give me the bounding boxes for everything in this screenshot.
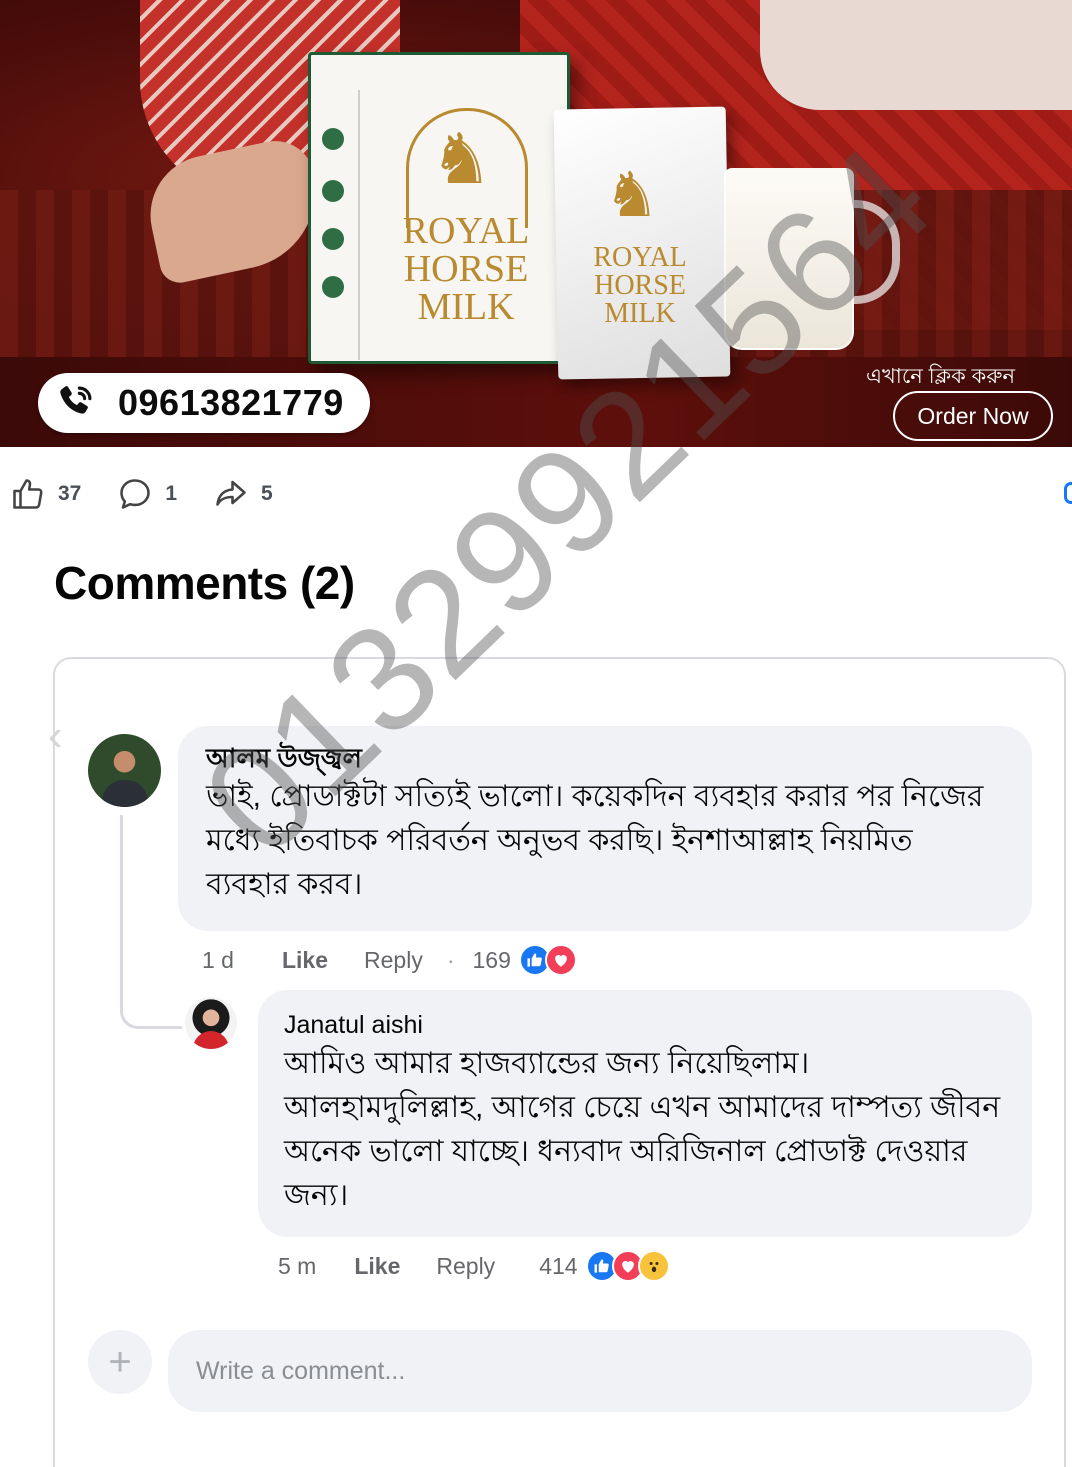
pouch-brand: ROYAL HORSE MILK: [578, 244, 702, 328]
phone-icon: [60, 386, 92, 414]
order-now-button[interactable]: Order Now: [893, 391, 1053, 441]
brand-line-1: ROYAL: [593, 242, 687, 273]
comment-actions: 1 d Like Reply · 169: [202, 944, 577, 976]
comment-actions: 5 m Like Reply 414: [278, 1250, 670, 1282]
box-feature-icon: [322, 228, 344, 250]
brand-line-2: HORSE: [594, 270, 686, 301]
edge-indicator: [1064, 482, 1072, 504]
comment-input[interactable]: [196, 1356, 1032, 1386]
comment-author[interactable]: আলম উজ্জ্বল: [206, 744, 1004, 773]
like-stat[interactable]: 37: [10, 476, 81, 512]
avatar[interactable]: [185, 997, 237, 1049]
share-icon: [216, 480, 246, 506]
reply-button[interactable]: Reply: [436, 1253, 495, 1280]
like-count: 37: [58, 482, 82, 505]
box-feature-icon: [322, 128, 344, 150]
comment-time[interactable]: 1 d: [202, 947, 234, 974]
comment-bubble: আলম উজ্জ্বল ভাই, প্রোডাক্টটা সত্যিই ভালো…: [178, 726, 1032, 931]
comment-text: আমিও আমার হাজব্যান্ডের জন্য নিয়েছিলাম। …: [284, 1046, 1001, 1212]
comments-title: Comments (2): [54, 557, 355, 609]
post-stats: 37 1 5: [10, 474, 309, 514]
phone-number: 09613821779: [118, 382, 344, 423]
comment-time[interactable]: 5 m: [278, 1253, 316, 1280]
brand-line-1: ROYAL: [402, 210, 530, 252]
milk-mug: [724, 168, 854, 350]
wow-reaction-icon: [637, 1250, 670, 1282]
reply-bubble: Janatul aishi আমিও আমার হাজব্যান্ডের জন্…: [258, 990, 1032, 1237]
back-chevron-icon[interactable]: ‹: [48, 714, 63, 758]
like-button[interactable]: Like: [354, 1253, 400, 1280]
box-brand: ROYAL HORSE MILK: [396, 212, 536, 326]
comment-icon: [120, 479, 151, 509]
love-reaction-icon: [544, 944, 577, 976]
thumbs-up-icon: [13, 479, 43, 509]
box-feature-icon: [322, 180, 344, 202]
brand-line-3: MILK: [604, 298, 676, 329]
horse-logo-icon: ♞: [430, 120, 493, 198]
like-button[interactable]: Like: [282, 947, 328, 974]
reply-thread-line: [120, 815, 182, 1029]
brand-line-3: MILK: [417, 286, 515, 328]
cta-text: এখানে ক্লিক করুন: [866, 365, 1015, 388]
comment-author[interactable]: Janatul aishi: [284, 1011, 1006, 1040]
banner-bedsheet: [760, 0, 1072, 110]
comment-text: ভাই, প্রোডাক্টটা সত্যিই ভালো। কয়েকদিন ব…: [206, 779, 984, 901]
brand-line-2: HORSE: [403, 248, 529, 290]
plus-icon[interactable]: +: [88, 1330, 152, 1394]
horse-logo-icon: ♞: [604, 161, 660, 230]
comment-count: 1: [165, 482, 178, 505]
separator-dot: ·: [446, 946, 455, 973]
comment-composer: [168, 1330, 1032, 1412]
reaction-count[interactable]: 414: [539, 1253, 577, 1280]
reply-button[interactable]: Reply: [364, 947, 423, 974]
box-feature-icon: [322, 276, 344, 298]
product-banner: ♞ ROYAL HORSE MILK ♞ ROYAL HORSE MILK 09…: [0, 0, 1072, 447]
avatar[interactable]: [88, 734, 161, 807]
reaction-count[interactable]: 169: [473, 947, 511, 974]
comment-stat[interactable]: 1: [117, 476, 177, 512]
phone-pill[interactable]: 09613821779: [38, 373, 370, 433]
share-count: 5: [261, 482, 273, 505]
share-stat[interactable]: 5: [213, 476, 273, 512]
